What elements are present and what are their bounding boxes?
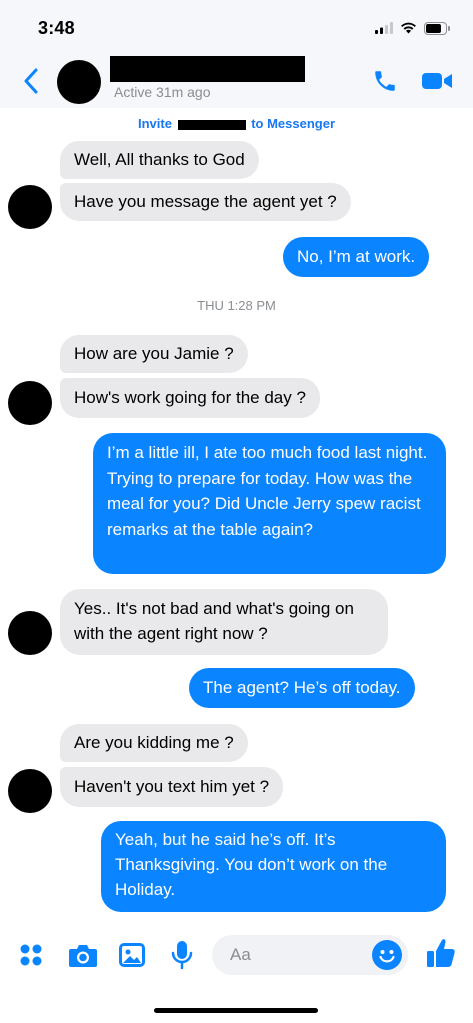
emoji-icon — [379, 950, 395, 963]
message-outgoing[interactable]: No, I’m at work. — [283, 237, 430, 277]
back-button[interactable] — [20, 66, 42, 96]
wifi-icon — [401, 22, 416, 34]
message-incoming[interactable]: Have you message the agent yet ? — [60, 183, 351, 221]
message-outgoing[interactable]: I’m a little ill, I ate too much food la… — [93, 433, 446, 574]
status-icons — [375, 20, 451, 36]
phone-icon — [375, 71, 395, 91]
contact-avatar[interactable] — [57, 60, 101, 104]
gallery-icon — [119, 943, 145, 967]
contact-name[interactable] — [110, 56, 305, 82]
like-button[interactable] — [426, 936, 456, 970]
voice-message-button[interactable] — [167, 938, 197, 972]
camera-button[interactable] — [68, 938, 98, 972]
active-status: Active 31m ago — [114, 84, 211, 100]
thumbs-up-icon — [427, 939, 455, 967]
signal-icon — [375, 22, 393, 34]
invite-suffix: to Messenger — [251, 116, 336, 131]
status-bar: 3:48 — [0, 0, 473, 56]
message-outgoing[interactable]: Yeah, but he said he’s off. It’s Thanksg… — [101, 821, 446, 912]
message-incoming[interactable]: How's work going for the day ? — [60, 378, 320, 418]
voice-call-button[interactable] — [370, 66, 400, 96]
apps-icon — [20, 944, 42, 966]
message-incoming[interactable]: Haven't you text him yet ? — [60, 767, 284, 807]
camera-icon — [69, 945, 97, 967]
video-camera-icon — [422, 73, 452, 89]
sender-avatar — [8, 381, 52, 425]
sender-avatar — [8, 769, 52, 813]
message-incoming[interactable]: Are you kidding me ? — [60, 724, 248, 762]
message-incoming[interactable]: Well, All thanks to God — [60, 141, 259, 179]
video-call-button[interactable] — [420, 66, 454, 96]
chat-header: Active 31m ago — [0, 56, 473, 108]
invite-banner[interactable]: Invite to Messenger — [0, 116, 473, 131]
timestamp: THU 1:28 PM — [197, 298, 276, 313]
gallery-button[interactable] — [117, 938, 147, 972]
chevron-left-icon — [24, 68, 38, 94]
sender-avatar — [8, 185, 52, 229]
message-incoming[interactable]: How are you Jamie ? — [60, 335, 248, 373]
invite-redacted-name — [177, 119, 246, 130]
sender-avatar — [8, 611, 52, 655]
apps-button[interactable] — [16, 938, 46, 972]
home-indicator — [154, 1008, 318, 1013]
battery-icon — [424, 21, 450, 35]
message-incoming[interactable]: Yes.. It's not bad and what's going on w… — [60, 589, 388, 655]
message-input[interactable]: Aa — [212, 935, 408, 975]
message-outgoing[interactable]: The agent? He’s off today. — [189, 668, 415, 708]
status-time: 3:48 — [38, 18, 75, 38]
message-input-placeholder: Aa — [230, 945, 251, 964]
invite-prefix: Invite — [137, 116, 172, 131]
microphone-icon — [171, 941, 193, 970]
emoji-button[interactable] — [372, 940, 402, 970]
